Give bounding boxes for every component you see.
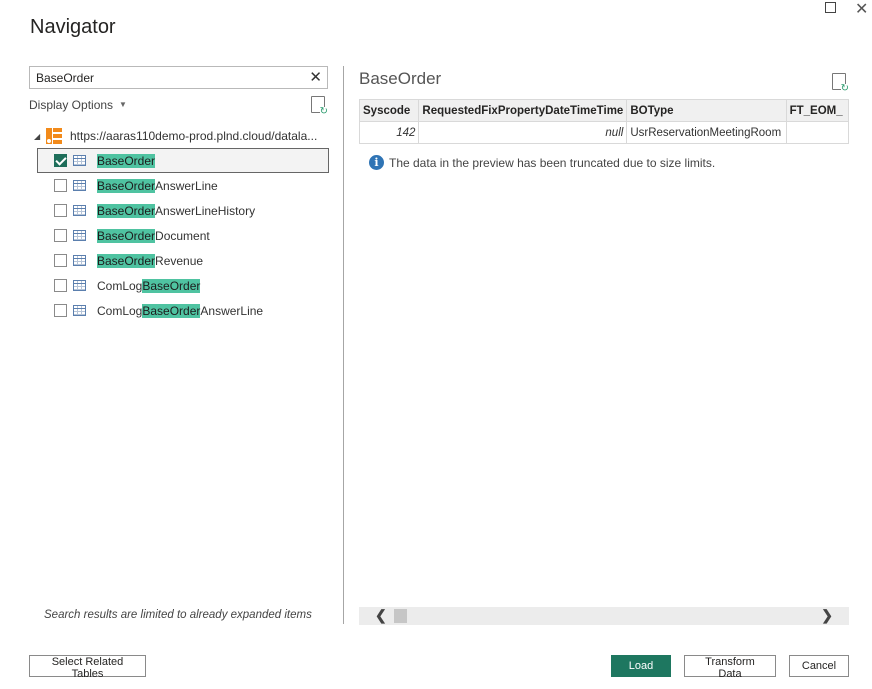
tree-item-label: BaseOrderRevenue bbox=[97, 253, 204, 268]
tree-item[interactable]: BaseOrderAnswerLineHistory bbox=[37, 198, 329, 223]
refresh-preview-icon[interactable] bbox=[832, 73, 849, 94]
table-icon bbox=[73, 230, 86, 241]
table-row: 142 null UsrReservationMeetingRoom bbox=[359, 121, 849, 144]
horizontal-scrollbar[interactable]: ❮ ❯ bbox=[359, 607, 849, 625]
search-match-highlight: BaseOrder bbox=[97, 153, 156, 168]
table-icon bbox=[73, 205, 86, 216]
tree-item[interactable]: ComLogBaseOrder bbox=[37, 273, 329, 298]
chevron-down-icon: ▼ bbox=[119, 100, 127, 109]
tree-item-label: ComLogBaseOrder bbox=[97, 278, 201, 293]
scroll-thumb[interactable] bbox=[394, 609, 407, 623]
preview-grid: Syscode RequestedFixPropertyDateTimeTime… bbox=[359, 99, 849, 145]
truncation-notice: i The data in the preview has been trunc… bbox=[369, 155, 715, 170]
tree-item[interactable]: BaseOrder bbox=[37, 148, 329, 173]
tree-root-label: https://aaras110demo-prod.plnd.cloud/dat… bbox=[70, 129, 318, 143]
maximize-icon[interactable] bbox=[825, 2, 836, 13]
search-box: ✕ bbox=[29, 66, 328, 89]
search-limit-note: Search results are limited to already ex… bbox=[44, 609, 312, 621]
checkbox[interactable] bbox=[54, 154, 67, 167]
table-icon bbox=[73, 305, 86, 316]
tree-item-label: BaseOrder bbox=[97, 153, 156, 168]
checkbox[interactable] bbox=[54, 304, 67, 317]
checkbox[interactable] bbox=[54, 229, 67, 242]
cancel-button[interactable]: Cancel bbox=[789, 655, 849, 677]
tree-root-node[interactable]: ◢ https://aaras110demo-prod.plnd.cloud/d… bbox=[34, 126, 317, 146]
preview-title: BaseOrder bbox=[359, 69, 442, 88]
table-cell: UsrReservationMeetingRoom bbox=[626, 121, 787, 144]
checkbox[interactable] bbox=[54, 179, 67, 192]
truncation-text: The data in the preview has been truncat… bbox=[389, 155, 716, 170]
tree-item[interactable]: BaseOrderAnswerLine bbox=[37, 173, 329, 198]
column-header[interactable]: RequestedFixPropertyDateTimeTime bbox=[418, 99, 628, 122]
search-input[interactable] bbox=[30, 67, 290, 88]
table-icon bbox=[73, 255, 86, 266]
search-match-highlight: BaseOrder bbox=[142, 303, 201, 318]
tree-item-label: BaseOrderDocument bbox=[97, 228, 210, 243]
expand-triangle-icon[interactable]: ◢ bbox=[34, 132, 46, 141]
header-row: Syscode RequestedFixPropertyDateTimeTime… bbox=[359, 99, 849, 122]
tree-item-label: BaseOrderAnswerLineHistory bbox=[97, 203, 256, 218]
data-source-icon bbox=[46, 128, 62, 144]
checkbox[interactable] bbox=[54, 204, 67, 217]
transform-data-button[interactable]: Transform Data bbox=[684, 655, 776, 680]
checkbox[interactable] bbox=[54, 254, 67, 267]
search-match-highlight: BaseOrder bbox=[97, 228, 156, 243]
tree-item[interactable]: BaseOrderRevenue bbox=[37, 248, 329, 273]
table-cell bbox=[785, 121, 849, 144]
search-match-highlight: BaseOrder bbox=[97, 203, 156, 218]
search-match-highlight: BaseOrder bbox=[142, 278, 201, 293]
select-related-tables-button[interactable]: Select Related Tables bbox=[29, 655, 146, 680]
search-match-highlight: BaseOrder bbox=[97, 253, 156, 268]
tree-item-label: ComLogBaseOrderAnswerLine bbox=[97, 303, 264, 318]
close-icon[interactable]: ✕ bbox=[855, 0, 868, 19]
display-options-dropdown[interactable]: Display Options ▼ bbox=[29, 98, 127, 112]
table-icon bbox=[73, 155, 86, 166]
tree-list: BaseOrder BaseOrderAnswerLine BaseOrderA… bbox=[37, 148, 329, 323]
scroll-right-icon[interactable]: ❯ bbox=[821, 607, 833, 624]
tree-item[interactable]: BaseOrderDocument bbox=[37, 223, 329, 248]
info-icon: i bbox=[369, 155, 384, 170]
checkbox[interactable] bbox=[54, 279, 67, 292]
table-icon bbox=[73, 180, 86, 191]
pane-divider[interactable] bbox=[343, 66, 344, 624]
preview-table: Syscode RequestedFixPropertyDateTimeTime… bbox=[359, 99, 849, 144]
refresh-icon[interactable] bbox=[311, 96, 328, 117]
display-options-label: Display Options bbox=[29, 98, 114, 112]
dialog-title: Navigator bbox=[30, 16, 116, 38]
tree-item[interactable]: ComLogBaseOrderAnswerLine bbox=[37, 298, 329, 323]
tree-item-label: BaseOrderAnswerLine bbox=[97, 178, 218, 193]
column-header[interactable]: Syscode bbox=[359, 99, 420, 122]
column-header[interactable]: FT_EOM_ bbox=[785, 99, 849, 122]
table-cell: null bbox=[418, 121, 628, 144]
table-icon bbox=[73, 280, 86, 291]
load-button[interactable]: Load bbox=[611, 655, 671, 677]
clear-search-icon[interactable]: ✕ bbox=[309, 68, 322, 86]
column-header[interactable]: BOType bbox=[626, 99, 787, 122]
scroll-left-icon[interactable]: ❮ bbox=[375, 607, 387, 624]
search-match-highlight: BaseOrder bbox=[97, 178, 156, 193]
table-cell: 142 bbox=[359, 121, 420, 144]
